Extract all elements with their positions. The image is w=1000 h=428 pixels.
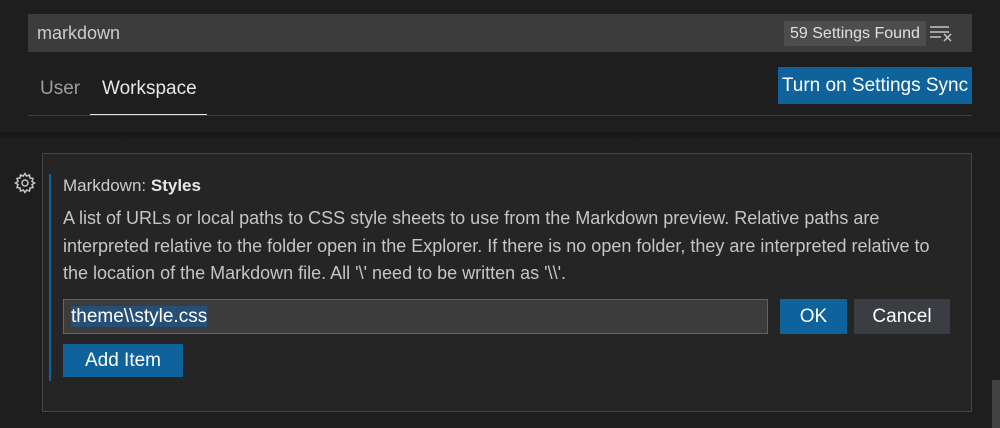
setting-description: A list of URLs or local paths to CSS sty…: [63, 208, 930, 283]
gear-icon[interactable]: [14, 172, 36, 194]
setting-focus-indicator: [49, 174, 51, 381]
setting-category: Markdown:: [63, 176, 151, 195]
ok-button[interactable]: OK: [780, 299, 847, 334]
cancel-button[interactable]: Cancel: [854, 299, 950, 334]
list-item-value: theme\\style.css: [71, 306, 208, 327]
clear-filter-icon[interactable]: [928, 22, 954, 44]
settings-search-input[interactable]: [28, 14, 768, 52]
setting-name: Styles: [150, 176, 201, 195]
results-count-badge: 59 Settings Found: [784, 21, 926, 46]
setting-title: Markdown: Styles: [63, 176, 201, 196]
list-item-edit-input[interactable]: theme\\style.css: [63, 299, 768, 334]
tabs-divider: [28, 115, 972, 116]
settings-editor: 59 Settings Found User Workspace Turn on…: [0, 0, 1000, 428]
turn-on-settings-sync-button[interactable]: Turn on Settings Sync: [778, 67, 972, 104]
add-item-button[interactable]: Add Item: [63, 344, 183, 377]
tab-workspace[interactable]: Workspace: [102, 78, 197, 100]
scrollbar-thumb[interactable]: [992, 380, 1000, 428]
settings-search-bar: 59 Settings Found: [28, 14, 972, 52]
header-separator: [0, 132, 1000, 140]
tab-user[interactable]: User: [40, 78, 80, 100]
